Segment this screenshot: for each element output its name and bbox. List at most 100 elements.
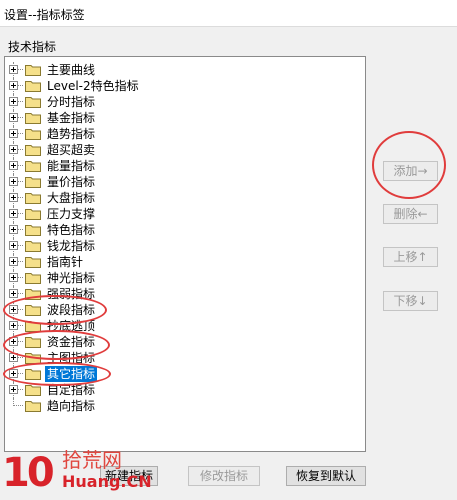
- folder-icon: [25, 385, 41, 396]
- tree-item[interactable]: 能量指标: [5, 158, 365, 174]
- tree-item[interactable]: 强弱指标: [5, 286, 365, 302]
- tree-connector: [18, 277, 23, 278]
- folder-icon: [25, 353, 41, 364]
- tree-item[interactable]: 神光指标: [5, 270, 365, 286]
- expand-plus-icon[interactable]: [9, 289, 18, 298]
- tree-item-label: 波段指标: [47, 303, 96, 317]
- tree-item[interactable]: 特色指标: [5, 222, 365, 238]
- tree-item[interactable]: 量价指标: [5, 174, 365, 190]
- folder-icon: [25, 369, 41, 380]
- new-indicator-button[interactable]: 新建指标: [100, 466, 158, 486]
- window-title: 设置--指标标签: [4, 8, 85, 22]
- tree-item[interactable]: 趋向指标: [5, 398, 365, 414]
- watermark-logo: 10: [2, 450, 55, 496]
- tree-connector: [18, 261, 23, 262]
- tree-item-label: 抄底逃顶: [47, 319, 96, 333]
- folder-icon: [25, 305, 41, 316]
- tree-item-label: 主图指标: [47, 351, 96, 365]
- expand-plus-icon[interactable]: [9, 193, 18, 202]
- expand-plus-icon[interactable]: [9, 145, 18, 154]
- tree-item[interactable]: 超买超卖: [5, 142, 365, 158]
- expand-plus-icon[interactable]: [9, 97, 18, 106]
- tree-item-label: 资金指标: [47, 335, 96, 349]
- expand-plus-icon[interactable]: [9, 129, 18, 138]
- modify-indicator-button[interactable]: 修改指标: [188, 466, 260, 486]
- folder-icon: [25, 177, 41, 188]
- tree-item[interactable]: 压力支撑: [5, 206, 365, 222]
- move-up-button[interactable]: 上移↑: [383, 247, 438, 267]
- tree-item-label: 大盘指标: [47, 191, 96, 205]
- tree-item[interactable]: 基金指标: [5, 110, 365, 126]
- expand-plus-icon[interactable]: [9, 113, 18, 122]
- expand-plus-icon[interactable]: [9, 385, 18, 394]
- expand-plus-icon[interactable]: [9, 321, 18, 330]
- tree-item-label: 自定指标: [47, 383, 96, 397]
- tree-item[interactable]: 指南针: [5, 254, 365, 270]
- folder-icon: [25, 289, 41, 300]
- expand-plus-icon[interactable]: [9, 273, 18, 282]
- folder-icon: [25, 65, 41, 76]
- expand-plus-icon[interactable]: [9, 305, 18, 314]
- tree-item-label: 压力支撑: [47, 207, 96, 221]
- folder-icon: [25, 81, 41, 92]
- folder-icon: [25, 257, 41, 268]
- tree-item[interactable]: 波段指标: [5, 302, 365, 318]
- tree-connector: [18, 149, 23, 150]
- tree-item-label: 趋势指标: [47, 127, 96, 141]
- tree-connector: [18, 117, 23, 118]
- folder-icon: [25, 193, 41, 204]
- move-down-button[interactable]: 下移↓: [383, 291, 438, 311]
- tree-connector: [18, 325, 23, 326]
- tree-item-label: 基金指标: [47, 111, 96, 125]
- tree-connector: [18, 293, 23, 294]
- folder-icon: [25, 97, 41, 108]
- expand-plus-icon[interactable]: [9, 81, 18, 90]
- tree-item[interactable]: 分时指标: [5, 94, 365, 110]
- expand-plus-icon[interactable]: [9, 353, 18, 362]
- tree-item-label: 强弱指标: [47, 287, 96, 301]
- tree-connector: [18, 69, 23, 70]
- expand-plus-icon[interactable]: [9, 161, 18, 170]
- tree-item[interactable]: 其它指标: [5, 366, 365, 382]
- tree-item-label: 超买超卖: [47, 143, 96, 157]
- folder-icon: [25, 225, 41, 236]
- expand-plus-icon[interactable]: [9, 225, 18, 234]
- tree-item-label: 趋向指标: [47, 399, 96, 413]
- tree-connector: [18, 85, 23, 86]
- title-bar: 设置--指标标签: [0, 0, 457, 27]
- indicator-tree[interactable]: 主要曲线 Level-2特色指标 分时指标 基金指标趋势指标超买超卖能量指标 量价指标大…: [4, 56, 366, 452]
- tree-item-label: 特色指标: [47, 223, 96, 237]
- tree-connector: [18, 101, 23, 102]
- tree-item-label: 能量指标: [47, 159, 96, 173]
- tree-connector: [18, 389, 23, 390]
- restore-default-button[interactable]: 恢复到默认: [286, 466, 366, 486]
- tree-item[interactable]: Level-2特色指标: [5, 78, 365, 94]
- delete-button[interactable]: 删除←: [383, 204, 438, 224]
- expand-plus-icon[interactable]: [9, 369, 18, 378]
- tree-item[interactable]: 趋势指标: [5, 126, 365, 142]
- expand-plus-icon[interactable]: [9, 337, 18, 346]
- expand-plus-icon[interactable]: [9, 257, 18, 266]
- tree-item[interactable]: 主要曲线: [5, 62, 365, 78]
- add-button[interactable]: 添加→: [383, 161, 438, 181]
- expand-plus-icon[interactable]: [9, 209, 18, 218]
- expand-plus-icon[interactable]: [9, 241, 18, 250]
- tree-item[interactable]: 自定指标: [5, 382, 365, 398]
- folder-icon: [25, 209, 41, 220]
- tree-connector: [18, 357, 23, 358]
- folder-icon: [25, 129, 41, 140]
- tree-connector: [18, 341, 23, 342]
- expand-plus-icon[interactable]: [9, 65, 18, 74]
- tree-item[interactable]: 主图指标: [5, 350, 365, 366]
- folder-icon: [25, 241, 41, 252]
- expand-plus-icon[interactable]: [9, 177, 18, 186]
- tree-connector: [18, 133, 23, 134]
- folder-icon: [25, 401, 41, 412]
- tree-item[interactable]: 钱龙指标: [5, 238, 365, 254]
- tree-item-label: 其它指标: [45, 366, 98, 382]
- tree-item[interactable]: 资金指标: [5, 334, 365, 350]
- tree-item[interactable]: 大盘指标: [5, 190, 365, 206]
- tree-connector: [18, 181, 23, 182]
- tree-connector: [18, 245, 23, 246]
- tree-item[interactable]: 抄底逃顶: [5, 318, 365, 334]
